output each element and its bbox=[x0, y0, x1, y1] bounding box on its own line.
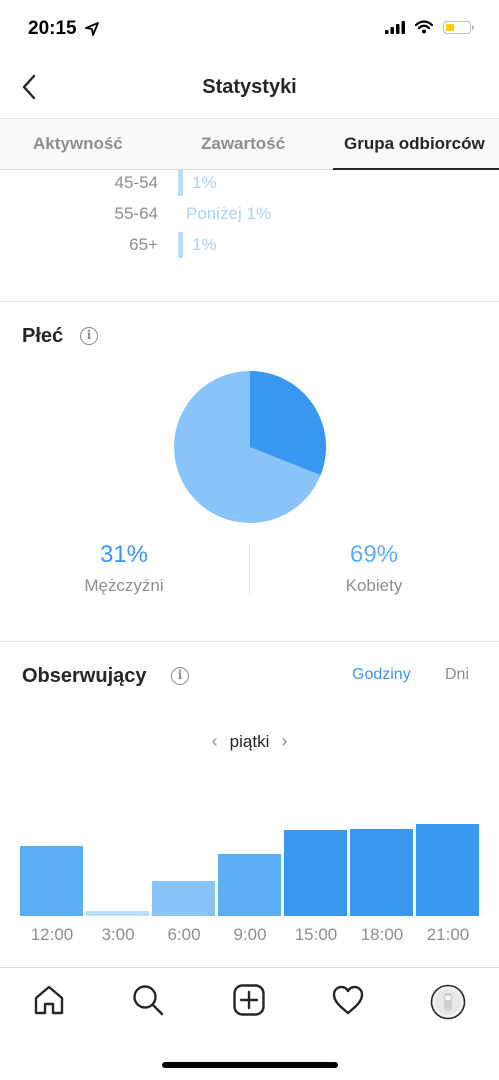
age-range-label: 55-64 bbox=[114, 204, 158, 223]
age-value: Poniżej 1% bbox=[186, 204, 272, 223]
men-percent: 31% bbox=[99, 541, 149, 568]
age-range-label: 45-54 bbox=[114, 173, 158, 192]
tab-content[interactable]: Zawartość bbox=[201, 119, 285, 171]
chevron-left-icon[interactable]: ‹ bbox=[200, 731, 230, 751]
x-tick-label: 12:00 bbox=[30, 925, 74, 944]
info-icon[interactable]: i bbox=[80, 327, 98, 345]
age-bar bbox=[178, 232, 183, 258]
gender-divider bbox=[249, 543, 250, 595]
tab-activity[interactable]: Aktywność bbox=[33, 119, 123, 171]
battery-icon bbox=[443, 20, 474, 34]
women-label: Kobiety bbox=[345, 576, 403, 595]
tab-audience[interactable]: Grupa odbiorców bbox=[344, 119, 485, 171]
day-selector: ‹ piątki › bbox=[0, 731, 499, 752]
gender-section-title: Płeć bbox=[22, 325, 64, 347]
status-time: 20:15 bbox=[28, 18, 77, 39]
section-divider bbox=[0, 641, 499, 642]
x-tick-label: 6:00 bbox=[167, 925, 201, 944]
day-label: piątki bbox=[229, 732, 270, 751]
section-divider bbox=[0, 301, 499, 302]
active-tab-indicator bbox=[333, 168, 499, 170]
page-title: Statystyki bbox=[202, 76, 297, 98]
chart-bar bbox=[284, 830, 347, 916]
age-range-label: 65+ bbox=[129, 235, 158, 254]
x-tick-label: 21:00 bbox=[426, 925, 470, 944]
chart-bar bbox=[350, 829, 413, 916]
x-tick-label: 18:00 bbox=[360, 925, 404, 944]
men-label: Mężczyźni bbox=[84, 576, 164, 595]
age-value: 1% bbox=[192, 173, 217, 192]
activity-heart-icon[interactable] bbox=[331, 983, 365, 1017]
profile-avatar[interactable] bbox=[430, 984, 466, 1020]
cellular-signal-icon bbox=[385, 20, 405, 34]
chart-bar bbox=[218, 854, 281, 916]
home-indicator bbox=[162, 1062, 338, 1068]
new-post-icon[interactable] bbox=[232, 983, 266, 1017]
chart-bar bbox=[152, 881, 215, 916]
age-bar bbox=[178, 170, 183, 196]
chart-bar bbox=[416, 824, 479, 916]
chart-bar bbox=[20, 846, 83, 916]
age-value: 1% bbox=[192, 235, 217, 254]
toggle-hours[interactable]: Godziny bbox=[352, 666, 411, 684]
chart-bar bbox=[86, 911, 149, 916]
chevron-right-icon[interactable]: › bbox=[269, 731, 299, 751]
toggle-days[interactable]: Dni bbox=[445, 666, 469, 684]
search-icon[interactable] bbox=[131, 983, 165, 1017]
status-icons bbox=[385, 20, 474, 34]
home-icon[interactable] bbox=[32, 983, 66, 1017]
x-tick-label: 9:00 bbox=[233, 925, 267, 944]
location-arrow-icon bbox=[85, 22, 99, 36]
gender-pie-chart bbox=[174, 371, 326, 523]
tab-bar-top: Aktywność Zawartość Grupa odbiorców bbox=[0, 118, 499, 170]
info-icon[interactable]: i bbox=[171, 667, 189, 685]
x-tick-label: 3:00 bbox=[101, 925, 135, 944]
x-tick-label: 15:00 bbox=[294, 925, 338, 944]
wifi-icon bbox=[415, 20, 433, 34]
followers-section-title: Obserwujący bbox=[22, 665, 147, 687]
women-percent: 69% bbox=[349, 541, 399, 568]
